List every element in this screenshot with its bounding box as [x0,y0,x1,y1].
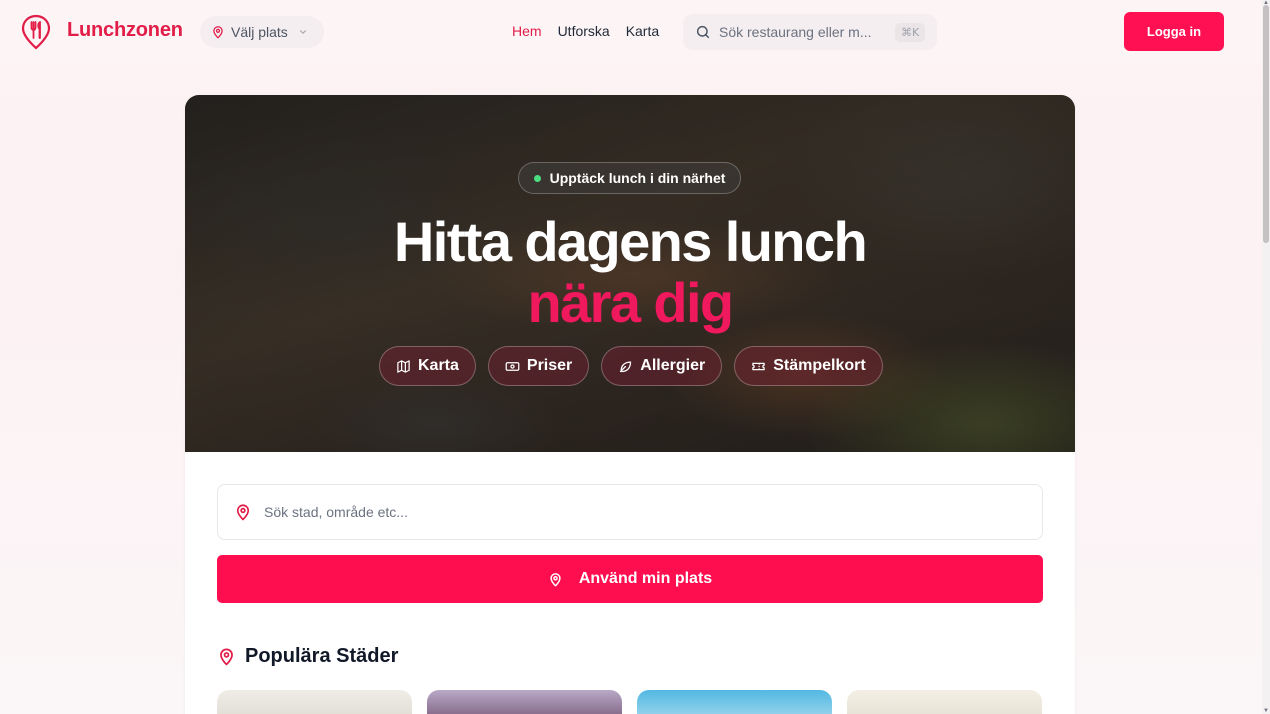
nav-link-karta[interactable]: Karta [626,23,659,39]
banknote-icon [505,361,520,371]
chip-allergier[interactable]: Allergier [601,346,723,386]
top-navbar: Lunchzonen Välj plats Hem Utforska Karta… [0,0,1262,64]
city-card[interactable] [847,690,1042,714]
chevron-down-icon [299,30,306,34]
hero-banner: Upptäck lunch i din närhet Hitta dagens … [185,95,1075,452]
main-nav: Hem Utforska Karta [512,23,659,39]
map-pin-icon [220,648,233,666]
popular-cities-heading: Populära Städer [217,645,398,668]
chip-stampelkort[interactable]: Stämpelkort [734,346,883,386]
map-pin-icon [213,26,223,39]
chip-label: Stämpelkort [773,357,866,374]
hero-title: Hitta dagens lunch [393,210,868,273]
ticket-icon [752,362,765,370]
chip-karta[interactable]: Karta [379,346,476,386]
place-select-label: Välj plats [231,24,288,40]
location-search[interactable] [217,484,1043,540]
use-my-location-label: Använd min plats [578,570,713,587]
chip-label: Allergier [640,357,706,374]
leaf-icon [620,360,632,372]
status-dot-icon [533,174,541,182]
restaurant-search[interactable]: ⌘K [683,14,937,50]
chip-label: Priser [526,357,573,374]
discover-badge: Upptäck lunch i din närhet [518,162,741,194]
scroll-down-arrow-icon[interactable]: ▼ [1262,708,1270,714]
place-select[interactable]: Välj plats [200,16,324,48]
map-pin-icon [236,504,250,521]
hero-title-accent: nära dig [527,271,734,334]
city-card[interactable] [427,690,622,714]
scrollbar-thumb[interactable] [1263,5,1269,243]
nav-link-hem[interactable]: Hem [512,23,542,39]
logo-pin-icon[interactable] [21,14,51,50]
restaurant-search-input[interactable] [719,24,887,40]
chip-label: Karta [418,357,459,374]
discover-badge-text: Upptäck lunch i din närhet [549,170,726,186]
main-card: Upptäck lunch i din närhet Hitta dagens … [185,95,1075,714]
map-icon [397,359,410,373]
city-card[interactable] [217,690,412,714]
chip-priser[interactable]: Priser [487,346,590,386]
feature-chips: Karta Priser Allergier Stämpelkort [379,346,883,386]
use-my-location-button[interactable]: Använd min plats [217,555,1043,603]
keyboard-shortcut-badge: ⌘K [895,22,926,42]
location-search-input[interactable] [264,504,1004,520]
city-card[interactable] [637,690,832,714]
search-icon [696,25,710,39]
login-button[interactable]: Logga in [1124,12,1224,51]
nav-link-utforska[interactable]: Utforska [558,23,610,39]
page-scrollbar[interactable]: ▲ ▼ [1262,0,1270,714]
map-pin-icon [550,572,561,586]
logo-text[interactable]: Lunchzonen [67,19,183,42]
popular-cities-title: Populära Städer [245,645,399,667]
